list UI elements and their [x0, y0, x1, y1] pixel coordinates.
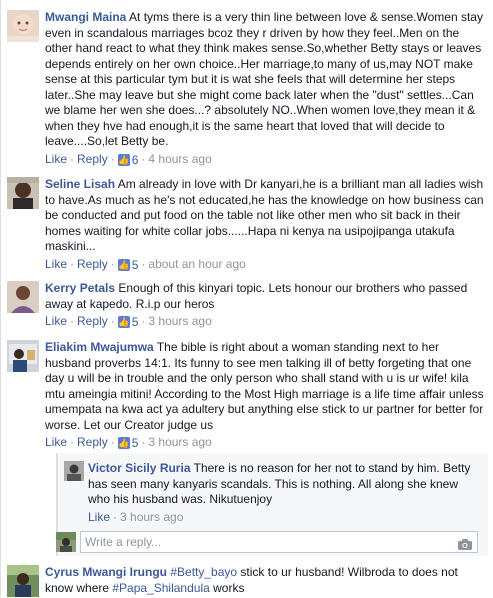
- timestamp[interactable]: about an hour ago: [148, 257, 245, 271]
- current-user-avatar: [56, 532, 76, 552]
- comment-body: Mwangi Maina At tyms there is a very thi…: [45, 10, 488, 168]
- reply-link[interactable]: Reply: [77, 152, 108, 166]
- reply-body: Victor Sicily Ruria There is no reason f…: [88, 461, 476, 525]
- reply-link[interactable]: Reply: [77, 314, 108, 328]
- comments-thread: Mwangi Maina At tyms there is a very thi…: [0, 0, 493, 598]
- comment-body: Seline Lisah Am already in love with Dr …: [45, 177, 488, 273]
- comment-actions: Like · Reply · 👍 5 · 3 hours ago: [45, 314, 212, 330]
- like-count[interactable]: 👍 5: [117, 435, 138, 451]
- like-count[interactable]: 👍 5: [117, 257, 138, 273]
- avatar[interactable]: [7, 340, 39, 372]
- thumbs-up-icon: 👍: [117, 437, 130, 449]
- comment-body: Cyrus Mwangi Irungu #Betty_bayo stick to…: [45, 565, 488, 596]
- like-link[interactable]: Like: [88, 510, 110, 524]
- like-link[interactable]: Like: [45, 314, 67, 328]
- avatar[interactable]: [7, 281, 39, 313]
- avatar[interactable]: [64, 461, 84, 481]
- avatar[interactable]: [7, 565, 39, 597]
- comment-actions: Like · Reply · 👍 6 · 4 hours ago: [45, 151, 212, 168]
- reply-actions: Like · 3 hours ago: [88, 509, 184, 524]
- comment-text-end: works: [209, 580, 245, 595]
- thumbs-up-icon: 👍: [117, 258, 130, 271]
- commenter-name[interactable]: Eliakim Mwajumwa: [45, 340, 154, 354]
- avatar[interactable]: [7, 10, 39, 42]
- comment-actions: Like · Reply · 👍 5 · about an hour ago: [45, 256, 246, 273]
- comment-actions: Like · Reply · 👍 5 · 3 hours ago: [45, 435, 212, 451]
- hashtag-link[interactable]: #Betty_bayo: [170, 565, 237, 579]
- comment-text: At tyms there is a very thin line betwee…: [45, 10, 483, 148]
- comment-body: Eliakim Mwajumwa The bible is right abou…: [45, 340, 488, 451]
- timestamp[interactable]: 3 hours ago: [148, 435, 211, 449]
- commenter-name[interactable]: Mwangi Maina: [45, 10, 126, 24]
- commenter-name[interactable]: Kerry Petals: [45, 281, 115, 295]
- commenter-name[interactable]: Victor Sicily Ruria: [88, 461, 191, 475]
- commenter-name[interactable]: Seline Lisah: [45, 177, 115, 191]
- avatar[interactable]: [7, 177, 39, 209]
- like-link[interactable]: Like: [45, 435, 67, 449]
- timestamp[interactable]: 3 hours ago: [120, 510, 183, 524]
- timestamp[interactable]: 4 hours ago: [148, 152, 211, 166]
- like-link[interactable]: Like: [45, 257, 67, 271]
- thumbs-up-icon: 👍: [117, 316, 130, 328]
- hashtag-link[interactable]: #Papa_Shilandula: [112, 581, 209, 595]
- like-link[interactable]: Like: [45, 152, 67, 166]
- write-reply-input[interactable]: Write a reply...: [80, 531, 478, 553]
- thumbs-up-icon: 👍: [117, 153, 130, 166]
- timestamp[interactable]: 3 hours ago: [148, 314, 211, 328]
- camera-icon[interactable]: [458, 536, 472, 550]
- like-count[interactable]: 👍 6: [117, 152, 138, 168]
- like-count[interactable]: 👍 5: [117, 314, 138, 330]
- comment-body: Kerry Petals Enough of this kinyari topi…: [45, 281, 488, 330]
- commenter-name[interactable]: Cyrus Mwangi Irungu: [45, 565, 167, 579]
- write-reply-placeholder: Write a reply...: [85, 535, 162, 549]
- reply-link[interactable]: Reply: [77, 257, 108, 271]
- reply-link[interactable]: Reply: [77, 435, 108, 449]
